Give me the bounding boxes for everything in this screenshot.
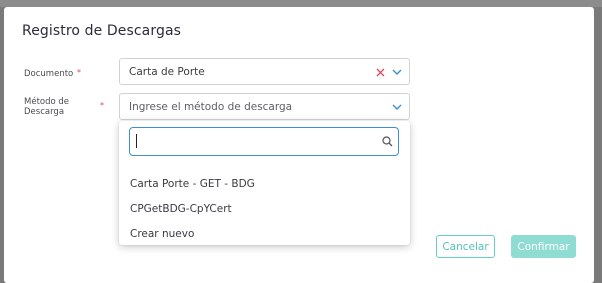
dropdown-option[interactable]: CPGetBDG-CpYCert (130, 203, 232, 215)
modal-title: Registro de Descargas (22, 23, 182, 39)
confirm-button[interactable]: Confirmar (511, 235, 576, 258)
documento-label: Documento (24, 69, 74, 79)
close-icon[interactable] (376, 68, 385, 77)
documento-required-mark: * (77, 68, 81, 77)
registro-descargas-modal: Registro de Descargas Documento * Carta … (4, 7, 594, 283)
metodo-placeholder: Ingrese el método de descarga (129, 101, 293, 113)
chevron-down-icon[interactable] (392, 104, 402, 111)
search-icon[interactable] (382, 136, 393, 147)
chevron-down-icon[interactable] (392, 69, 402, 76)
documento-select[interactable]: Carta de Porte (119, 58, 410, 85)
cancel-button[interactable]: Cancelar (436, 235, 495, 258)
dropdown-search-box[interactable] (129, 127, 399, 156)
metodo-dropdown-panel: Carta Porte - GET - BDG CPGetBDG-CpYCert… (119, 121, 410, 245)
documento-value: Carta de Porte (129, 66, 205, 78)
metodo-descarga-select[interactable]: Ingrese el método de descarga (119, 93, 410, 120)
metodo-label-line2: Descarga (24, 107, 65, 117)
backdrop (0, 0, 602, 7)
dropdown-option-create-new[interactable]: Crear nuevo (130, 228, 194, 240)
metodo-required-mark: * (100, 101, 104, 110)
dropdown-option[interactable]: Carta Porte - GET - BDG (130, 178, 255, 190)
dropdown-search-input[interactable] (134, 131, 370, 152)
metodo-label-line1: Método de (24, 97, 70, 107)
